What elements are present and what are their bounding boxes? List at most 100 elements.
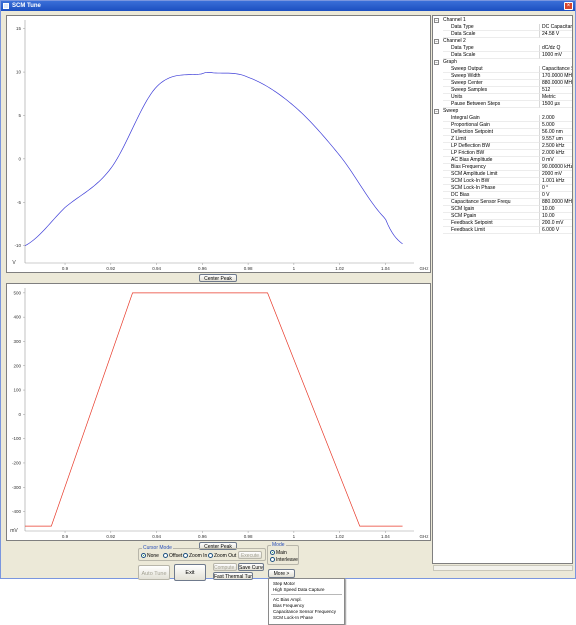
- mode-interleave-radio[interactable]: Interleave: [270, 557, 298, 563]
- property-value[interactable]: 6.000 V: [540, 227, 572, 234]
- menu-item[interactable]: SCM Lock-In Phase: [273, 615, 313, 620]
- property-row[interactable]: Integral Gain 2.000: [433, 115, 572, 122]
- property-row[interactable]: SCM Igain 10.00: [433, 206, 572, 213]
- menu-item[interactable]: Bias Frequency: [273, 603, 304, 608]
- close-window-button[interactable]: ×: [564, 2, 573, 10]
- property-value[interactable]: 880.0000 MHz: [540, 80, 572, 87]
- property-value[interactable]: 10.00: [540, 213, 572, 220]
- property-row[interactable]: SCM Lock-In BW 1.001 kHz: [433, 178, 572, 185]
- property-name: Bias Frequency: [443, 164, 540, 171]
- property-value[interactable]: 2.000: [540, 115, 572, 122]
- collapse-icon[interactable]: −: [434, 39, 439, 44]
- property-value[interactable]: 1500 µs: [540, 101, 572, 108]
- x-tick-label: 1: [293, 534, 296, 539]
- property-row[interactable]: DC Bias 0 V: [433, 192, 572, 199]
- menu-item[interactable]: Capacitance Sensor Frequency: [273, 609, 336, 614]
- property-row[interactable]: Proportional Gain 5.000: [433, 122, 572, 129]
- property-value[interactable]: DC Capacitance: [540, 24, 572, 31]
- property-value[interactable]: 170.0000 MHz: [540, 73, 572, 80]
- amplitude-plot[interactable]: 0.9 0.92 0.94 0.96 0.98 1 1.02 1.04 GHz 500 400 300…: [6, 283, 431, 541]
- fast-thermal-tune-button[interactable]: Fast Thermal Tune: [213, 572, 253, 580]
- property-value[interactable]: Metric: [540, 94, 572, 101]
- property-row[interactable]: AC Bias Amplitude 0 mV: [433, 157, 572, 164]
- more-button[interactable]: More >: [268, 569, 295, 578]
- property-name: SCM Pgain: [443, 213, 540, 220]
- auto-tune-button[interactable]: Auto Tune: [138, 565, 170, 580]
- property-value[interactable]: 2.000 kHz: [540, 150, 572, 157]
- property-value[interactable]: 0 mV: [540, 157, 572, 164]
- exit-button[interactable]: Exit: [174, 564, 206, 581]
- property-row[interactable]: SCM Amplitude Limit 2000 mV: [433, 171, 572, 178]
- collapse-icon[interactable]: −: [434, 60, 439, 65]
- property-row[interactable]: LP Friction BW 2.000 kHz: [433, 150, 572, 157]
- property-row[interactable]: Capacitance Sensor Frequ 880.0000 MHz: [433, 199, 572, 206]
- property-row[interactable]: Feedback Limit 6.000 V: [433, 227, 572, 234]
- property-row[interactable]: Units Metric: [433, 94, 572, 101]
- menu-item[interactable]: High Speed Data Capture: [273, 587, 325, 592]
- property-row[interactable]: Data TypeDC Capacitance: [433, 24, 572, 31]
- title-bar[interactable]: SCM Tune ×: [1, 1, 575, 11]
- property-row[interactable]: SCM Pgain 10.00: [433, 213, 572, 220]
- center-peak-button-top[interactable]: Center Peak: [199, 274, 237, 282]
- property-row[interactable]: Bias Frequency 90.00000 kHz: [433, 164, 572, 171]
- save-curve-button[interactable]: Save Curve: [238, 563, 264, 571]
- property-category[interactable]: − Graph: [433, 59, 572, 66]
- property-row[interactable]: SCM Lock-In Phase 0 °: [433, 185, 572, 192]
- menu-item[interactable]: Step Motor: [273, 581, 295, 586]
- property-row[interactable]: Z Limit 9.557 um: [433, 136, 572, 143]
- property-value[interactable]: 512: [540, 87, 572, 94]
- property-value[interactable]: 1000 mV: [540, 52, 572, 59]
- property-value[interactable]: 9.557 um: [540, 136, 572, 143]
- x-tick-label: 1.02: [335, 266, 344, 271]
- amplitude-plot-svg: 0.9 0.92 0.94 0.96 0.98 1 1.02 1.04 GHz 500 400 300…: [10, 288, 429, 539]
- property-value[interactable]: 200.0 mV: [540, 220, 572, 227]
- property-row[interactable]: Deflection Setpoint 56.00 nm: [433, 129, 572, 136]
- collapse-icon[interactable]: −: [434, 18, 439, 23]
- cursor-none-radio[interactable]: None: [141, 553, 159, 559]
- property-value[interactable]: 90.00000 kHz: [540, 164, 572, 171]
- compute-button[interactable]: Compute G: [213, 563, 237, 571]
- property-row[interactable]: Sweep Center 880.0000 MHz: [433, 80, 572, 87]
- property-grid[interactable]: −Channel 1Data TypeDC CapacitanceData Sc…: [432, 15, 573, 564]
- property-row[interactable]: Sweep Samples 512: [433, 87, 572, 94]
- property-value[interactable]: 2.500 kHz: [540, 143, 572, 150]
- x-tick-label: 0.96: [198, 534, 207, 539]
- execute-button[interactable]: Execute: [238, 551, 262, 559]
- deflection-plot-svg: 0.9 0.92 0.94 0.96 0.98 1 1.02 1.04 GHz 15 10 5 0 -5 -…: [12, 20, 429, 271]
- property-name: SCM Igain: [443, 206, 540, 213]
- property-value[interactable]: 0 V: [540, 192, 572, 199]
- cursor-offset-radio[interactable]: Offset: [163, 553, 182, 559]
- property-row[interactable]: Sweep Width 170.0000 MHz: [433, 73, 572, 80]
- property-category[interactable]: − Channel 2: [433, 38, 572, 45]
- property-value[interactable]: 1.001 kHz: [540, 178, 572, 185]
- property-value[interactable]: Capacitance Sensor Fr...: [540, 66, 572, 73]
- property-value[interactable]: 5.000: [540, 122, 572, 129]
- collapse-icon[interactable]: −: [434, 109, 439, 114]
- property-category[interactable]: − Channel 1: [433, 17, 572, 24]
- property-category[interactable]: − Sweep: [433, 108, 572, 115]
- property-row[interactable]: Pause Between Steps 1500 µs: [433, 101, 572, 108]
- radio-icon: [163, 553, 168, 558]
- property-value[interactable]: 56.00 nm: [540, 129, 572, 136]
- property-value[interactable]: dC/dz Q: [540, 45, 572, 52]
- menu-item[interactable]: AC Bias Ampl.: [273, 597, 302, 602]
- property-value[interactable]: 0 °: [540, 185, 572, 192]
- y-tick-label: 500: [13, 290, 21, 295]
- mode-group: Mode Main Interleave: [267, 542, 299, 565]
- property-row[interactable]: Data Scale 1000 mV: [433, 52, 572, 59]
- mode-main-radio[interactable]: Main: [270, 550, 287, 556]
- property-grid-scrollbar[interactable]: [433, 565, 573, 571]
- property-row[interactable]: Data Scale 24.58 V: [433, 31, 572, 38]
- property-value[interactable]: 10.00: [540, 206, 572, 213]
- property-row[interactable]: LP Deflection BW 2.500 kHz: [433, 143, 572, 150]
- property-value[interactable]: 880.0000 MHz: [540, 199, 572, 206]
- property-row[interactable]: Feedback Setpoint 200.0 mV: [433, 220, 572, 227]
- property-row[interactable]: Sweep OutputCapacitance Sensor Fr...: [433, 66, 572, 73]
- cursor-zoom-out-radio[interactable]: Zoom Out: [208, 553, 236, 559]
- property-name: Pause Between Steps: [443, 101, 540, 108]
- property-row[interactable]: Data Type dC/dz Q: [433, 45, 572, 52]
- cursor-zoom-in-radio[interactable]: Zoom In: [183, 553, 207, 559]
- property-value[interactable]: 24.58 V: [540, 31, 572, 38]
- property-value[interactable]: 2000 mV: [540, 171, 572, 178]
- deflection-plot[interactable]: 0.9 0.92 0.94 0.96 0.98 1 1.02 1.04 GHz 15 10 5 0 -5 -…: [6, 15, 431, 273]
